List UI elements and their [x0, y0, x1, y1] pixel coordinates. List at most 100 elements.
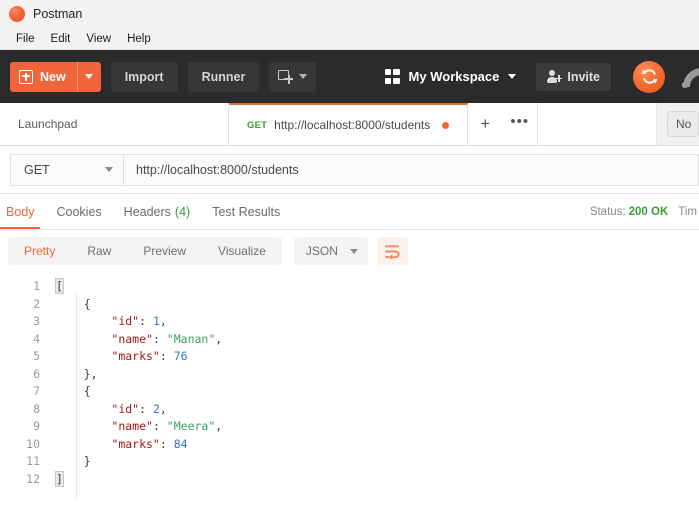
code-line: [: [56, 278, 699, 296]
body-view-visualize[interactable]: Visualize: [202, 237, 282, 265]
url-input[interactable]: http://localhost:8000/students: [124, 154, 699, 186]
code-line: "marks": 76: [56, 348, 699, 366]
menu-item-view[interactable]: View: [78, 31, 119, 47]
time-label: Tim: [678, 206, 697, 218]
request-bar: GET http://localhost:8000/students: [0, 146, 699, 194]
code-token-punct: [56, 314, 111, 328]
tab-more-options-button[interactable]: •••: [502, 103, 538, 145]
response-tab-body-label: Body: [6, 205, 35, 219]
response-tab-cookies[interactable]: Cookies: [46, 194, 113, 229]
response-tab-headers[interactable]: Headers (4): [113, 194, 202, 229]
code-token-punct: [56, 419, 111, 433]
code-token-punct: [56, 437, 111, 451]
code-token-punct: :: [153, 332, 167, 346]
request-tab-bar: Launchpad GET http://localhost:8000/stud…: [0, 103, 699, 146]
code-token-punct: :: [153, 419, 167, 433]
new-button-dropdown[interactable]: [77, 62, 101, 92]
language-select-value: JSON: [306, 244, 338, 258]
line-number: 11: [0, 453, 40, 471]
body-view-pretty[interactable]: Pretty: [8, 237, 71, 265]
method-select[interactable]: GET: [10, 154, 124, 186]
response-meta: Status:200 OK Tim: [590, 206, 699, 218]
line-number: 6: [0, 366, 40, 384]
postman-logo-icon: [9, 6, 25, 22]
sync-button[interactable]: [633, 61, 665, 93]
tab-launchpad[interactable]: Launchpad: [0, 103, 229, 145]
code-token-key: "marks": [111, 437, 159, 451]
code-token-punct: {: [56, 297, 91, 311]
code-token-punct: ,: [160, 314, 167, 328]
main-toolbar: New Import Runner My Workspace: [0, 50, 699, 103]
line-number: 8: [0, 401, 40, 419]
line-number: 12: [0, 471, 40, 489]
line-number: 5: [0, 348, 40, 366]
chevron-down-icon: [508, 74, 516, 79]
invite-button[interactable]: Invite: [536, 63, 611, 91]
status-badge: Status:200 OK: [590, 206, 668, 218]
line-number: 1: [0, 278, 40, 296]
menu-item-file[interactable]: File: [8, 31, 43, 47]
add-tab-button[interactable]: +: [468, 103, 502, 145]
status-label: Status:: [590, 206, 626, 218]
response-tab-headers-label: Headers: [124, 205, 171, 219]
workspace-selector[interactable]: My Workspace: [381, 69, 521, 84]
body-view-segmented-control: Pretty Raw Preview Visualize: [8, 237, 282, 265]
satellite-dish-icon[interactable]: [681, 65, 699, 89]
response-tab-cookies-label: Cookies: [57, 205, 102, 219]
response-body-viewer[interactable]: 123456789101112 [ { "id": 1, "name": "Ma…: [0, 272, 699, 528]
new-window-button[interactable]: [269, 62, 316, 92]
code-line: ]: [56, 471, 699, 489]
body-view-preview[interactable]: Preview: [127, 237, 202, 265]
response-tab-test-results[interactable]: Test Results: [201, 194, 291, 229]
tab-bar-filler: [538, 103, 657, 145]
code-token-punct: ,: [215, 419, 222, 433]
code-token-num: 84: [174, 437, 188, 451]
code-token-key: "marks": [111, 349, 159, 363]
import-button[interactable]: Import: [111, 62, 178, 92]
new-button-main[interactable]: New: [10, 62, 77, 92]
line-number: 10: [0, 436, 40, 454]
tab-url-label: http://localhost:8000/students: [274, 118, 430, 132]
code-token-punct: },: [56, 367, 98, 381]
code-line: {: [56, 383, 699, 401]
code-content[interactable]: [ { "id": 1, "name": "Manan", "marks": 7…: [48, 272, 699, 528]
menu-item-help[interactable]: Help: [119, 31, 159, 47]
chevron-down-icon: [299, 74, 307, 79]
code-line: "id": 1,: [56, 313, 699, 331]
headers-count-badge: (4): [175, 205, 190, 219]
code-token-str: "Meera": [167, 419, 215, 433]
menu-item-edit[interactable]: Edit: [43, 31, 79, 47]
chevron-down-icon: [105, 167, 113, 172]
line-number: 9: [0, 418, 40, 436]
code-token-punct: ,: [160, 402, 167, 416]
code-token-num: 2: [153, 402, 160, 416]
code-line: },: [56, 366, 699, 384]
code-token-punct: ,: [215, 332, 222, 346]
code-token-num: 76: [174, 349, 188, 363]
sync-refresh-icon: [640, 67, 659, 86]
tab-request-students[interactable]: GET http://localhost:8000/students: [229, 103, 468, 145]
response-tab-body[interactable]: Body: [0, 194, 46, 229]
invite-button-label: Invite: [567, 70, 600, 84]
body-view-raw[interactable]: Raw: [71, 237, 127, 265]
runner-button[interactable]: Runner: [188, 62, 260, 92]
workspace-label: My Workspace: [409, 69, 500, 84]
new-button-label: New: [40, 70, 66, 84]
unsaved-dot-icon: [442, 122, 449, 129]
environment-selector[interactable]: No: [667, 111, 699, 137]
code-token-key: "id": [111, 314, 139, 328]
response-tab-bar: Body Cookies Headers (4) Test Results St…: [0, 194, 699, 230]
code-line: "marks": 84: [56, 436, 699, 454]
new-button[interactable]: New: [10, 62, 101, 92]
chevron-down-icon: [350, 249, 358, 254]
code-token-punct: [56, 349, 111, 363]
code-token-key: "name": [111, 419, 153, 433]
method-select-value: GET: [24, 163, 50, 177]
code-token-num: 1: [153, 314, 160, 328]
code-token-punct: :: [139, 402, 153, 416]
code-token-punct: :: [160, 349, 174, 363]
status-value: 200 OK: [629, 206, 669, 218]
title-bar: Postman: [0, 0, 699, 28]
word-wrap-button[interactable]: [378, 237, 408, 265]
language-select[interactable]: JSON: [294, 237, 368, 265]
